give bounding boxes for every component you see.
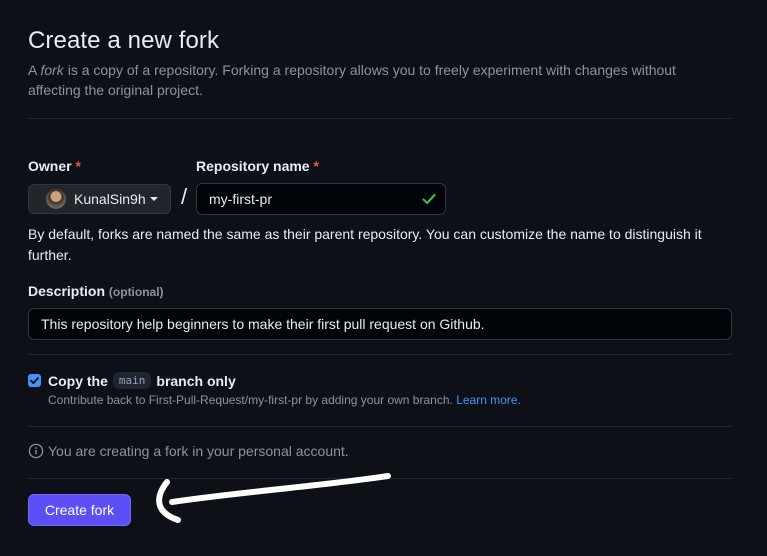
copy-branch-note: Contribute back to First-Pull-Request/my… [48,393,521,407]
owner-repo-separator: / [181,184,188,209]
copy-branch-label-prefix: Copy the [48,372,108,389]
owner-name: KunalSin9h [74,191,146,207]
info-divider [28,478,732,479]
page-title: Create a new fork [28,27,220,54]
avatar [46,189,66,209]
info-text: You are creating a fork in your personal… [48,443,349,459]
owner-select-button[interactable]: KunalSin9h [28,184,171,214]
create-fork-button[interactable]: Create fork [28,494,131,526]
description-label: Description (optional) [28,283,164,299]
check-icon [422,193,436,205]
repository-name-label-text: Repository name [196,158,310,174]
copy-branch-checkbox[interactable] [28,374,41,387]
description-divider [28,354,732,355]
repository-name-input[interactable] [196,183,446,215]
description-input[interactable] [28,308,732,340]
owner-required-mark: * [75,158,81,174]
branch-name-code: main [112,372,152,389]
learn-more-link[interactable]: Learn more. [456,393,521,407]
subtitle-fork-term: fork [40,62,64,78]
description-optional-label: (optional) [108,285,164,299]
subtitle-prefix: A [28,62,41,78]
repository-required-mark: * [313,158,319,174]
copy-branch-note-text: Contribute back to First-Pull-Request/my… [48,393,453,407]
page-subtitle: A fork is a copy of a repository. Forkin… [28,60,728,100]
copy-divider [28,426,732,427]
repository-name-help: By default, forks are named the same as … [28,226,702,263]
chevron-down-icon [149,197,158,201]
subtitle-text: is a copy of a repository. Forking a rep… [28,62,676,98]
repository-name-label: Repository name * [196,158,319,174]
checkbox-check-icon [30,377,39,384]
description-label-text: Description [28,283,106,299]
owner-label: Owner * [28,158,81,174]
info-icon [28,443,44,459]
copy-branch-label-suffix: branch only [156,372,236,389]
personal-account-info: You are creating a fork in your personal… [28,443,349,459]
owner-label-text: Owner [28,158,72,174]
copy-branch-label[interactable]: Copy the main branch only [48,372,236,389]
header-divider [28,118,732,119]
